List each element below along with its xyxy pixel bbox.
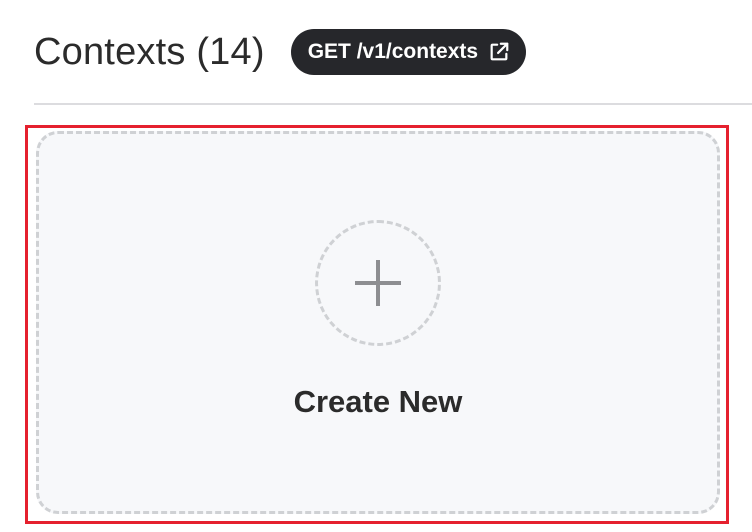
create-new-label: Create New: [293, 384, 463, 419]
header-divider: [34, 103, 752, 105]
create-new-card[interactable]: Create New: [36, 131, 720, 514]
contexts-page: Contexts (14) GET /v1/contexts Create Ne…: [0, 0, 752, 532]
api-endpoint-link[interactable]: GET /v1/contexts: [290, 29, 527, 75]
plus-circle: [315, 220, 441, 346]
api-endpoint-label: GET /v1/contexts: [307, 40, 479, 63]
page-title: Contexts (14): [34, 30, 265, 73]
external-link-icon: [490, 42, 509, 61]
page-header: Contexts (14) GET /v1/contexts: [34, 26, 527, 78]
plus-icon: [355, 260, 401, 306]
